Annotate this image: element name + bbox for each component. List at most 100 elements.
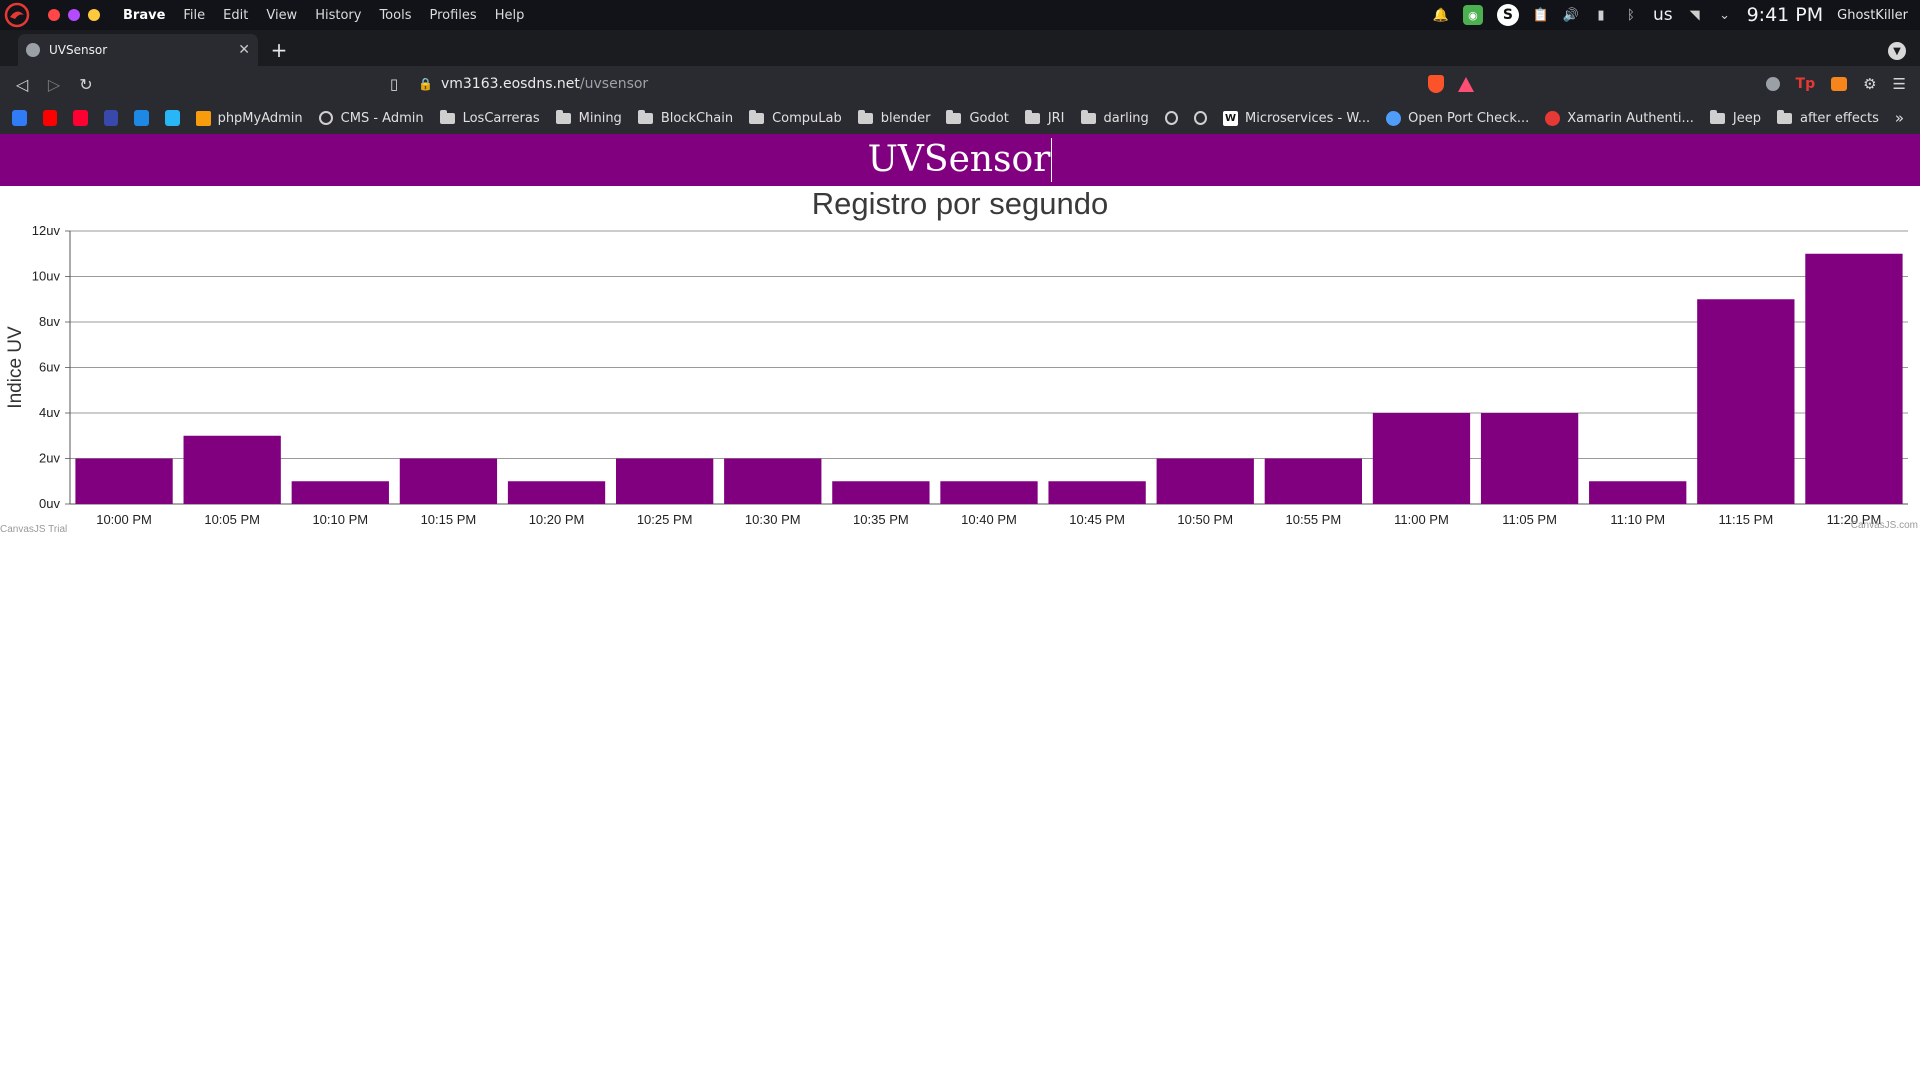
- new-tab-button[interactable]: +: [264, 34, 294, 66]
- bookmark-item[interactable]: LosCarreras: [439, 109, 540, 126]
- x-tick-label: 11:00 PM: [1394, 512, 1449, 527]
- bar: [1048, 481, 1146, 504]
- uv-bar-chart-svg: Registro por segundo Indice UV 0uv 2uv 4uv 6u…: [0, 186, 1918, 535]
- tab-uvsensor[interactable]: UVSensor ✕: [18, 34, 258, 66]
- metamask-icon[interactable]: [1831, 77, 1848, 91]
- globe-icon[interactable]: [1193, 111, 1208, 125]
- extensions-area: Tp ⚙ ☰: [1765, 75, 1920, 93]
- bookmark-item[interactable]: W Microservices - W...: [1223, 110, 1370, 126]
- menu-help[interactable]: Help: [486, 8, 534, 23]
- bookmark-label: after effects: [1800, 110, 1879, 126]
- x-tick-label: 11:10 PM: [1610, 512, 1665, 527]
- extensions-puzzle-icon[interactable]: ⚙: [1863, 75, 1876, 93]
- bookmark-label: CompuLab: [772, 110, 842, 126]
- notification-bell-icon[interactable]: 🔔: [1433, 7, 1449, 23]
- clipboard-icon[interactable]: 📋: [1533, 7, 1549, 23]
- nvidia-icon[interactable]: ◉: [1462, 5, 1483, 25]
- bar: [832, 481, 930, 504]
- bookmark-item[interactable]: Xamarin Authenti...: [1545, 110, 1694, 126]
- wifi-icon[interactable]: ◥: [1687, 7, 1703, 23]
- wikipedia-icon: W: [1223, 110, 1239, 126]
- keyboard-layout[interactable]: us: [1653, 5, 1673, 25]
- bookmark-item[interactable]: Open Port Check...: [1386, 110, 1529, 126]
- bookmark-item[interactable]: Godot: [946, 109, 1009, 126]
- chart-app-icon[interactable]: [103, 110, 119, 126]
- menu-hamburger-icon[interactable]: ☰: [1893, 75, 1906, 93]
- x-tick-label: 10:50 PM: [1177, 512, 1233, 527]
- bookmark-item[interactable]: phpMyAdmin: [195, 110, 303, 126]
- x-tick-label: 10:35 PM: [853, 512, 909, 527]
- minimize-window-button[interactable]: [68, 9, 80, 21]
- bar: [183, 435, 281, 504]
- x-tick-label: 10:55 PM: [1286, 512, 1342, 527]
- bar: [1372, 413, 1471, 504]
- skype-icon[interactable]: S: [1496, 4, 1519, 26]
- y-tick-label: 6uv: [39, 360, 60, 375]
- folder-icon: [1080, 109, 1096, 124]
- bookmark-item[interactable]: JRI: [1024, 109, 1065, 126]
- menu-profiles[interactable]: Profiles: [420, 8, 485, 23]
- bluetooth-icon[interactable]: ᛒ: [1623, 7, 1639, 23]
- folder-icon: [946, 109, 962, 124]
- bookmark-item[interactable]: CMS - Admin: [318, 111, 424, 126]
- youtube-icon[interactable]: [42, 110, 58, 126]
- menu-file[interactable]: File: [174, 8, 214, 23]
- lock-icon[interactable]: 🔒: [418, 77, 433, 91]
- bookmarks-more-button[interactable]: »: [1895, 109, 1904, 127]
- brave-rewards-icon[interactable]: [1458, 76, 1474, 92]
- maximize-window-button[interactable]: [88, 9, 100, 21]
- close-tab-icon[interactable]: ✕: [238, 42, 250, 58]
- bar: [724, 458, 822, 504]
- close-window-button[interactable]: [48, 9, 60, 21]
- chevron-down-icon[interactable]: ⌄: [1717, 7, 1733, 23]
- username[interactable]: GhostKiller: [1837, 8, 1908, 23]
- bar: [1264, 458, 1363, 504]
- volume-icon[interactable]: 🔊: [1563, 7, 1579, 23]
- box-icon[interactable]: [164, 110, 180, 126]
- menu-view[interactable]: View: [257, 8, 306, 23]
- extension-tp-icon[interactable]: Tp: [1796, 76, 1816, 92]
- distro-logo-icon[interactable]: [0, 0, 34, 30]
- bar: [507, 481, 606, 504]
- extension-circle-icon[interactable]: [1765, 77, 1780, 91]
- x-tick-label: 10:10 PM: [312, 512, 368, 527]
- bookmark-item[interactable]: BlockChain: [637, 109, 733, 126]
- bookmark-item[interactable]: after effects: [1777, 109, 1879, 126]
- tab-search-icon[interactable]: ▼: [1888, 42, 1906, 60]
- tab-title: UVSensor: [49, 43, 108, 57]
- y-tick-label: 12uv: [32, 223, 61, 238]
- credit-right: CanvasJS.com: [1851, 520, 1918, 531]
- forward-button[interactable]: ▷: [38, 70, 70, 98]
- back-button[interactable]: ◁: [6, 70, 38, 98]
- bookmark-label: JRI: [1047, 110, 1065, 126]
- bookmark-label: Jeep: [1732, 110, 1761, 126]
- brave-shields-icon[interactable]: [1428, 75, 1444, 93]
- phpmyadmin-icon: [195, 110, 211, 126]
- menu-edit[interactable]: Edit: [214, 8, 257, 23]
- battery-icon[interactable]: ▮: [1593, 7, 1609, 23]
- menu-tools[interactable]: Tools: [370, 8, 420, 23]
- address-bar[interactable]: ▯ 🔒 vm3163.eosdns.net/uvsensor: [380, 70, 1430, 98]
- menu-history[interactable]: History: [306, 8, 370, 23]
- bookmark-icon[interactable]: ▯: [380, 75, 408, 93]
- x-tick-label: 10:45 PM: [1069, 512, 1125, 527]
- bookmark-item[interactable]: Jeep: [1709, 109, 1761, 126]
- window-controls: [48, 9, 100, 21]
- globe-icon[interactable]: [1164, 111, 1178, 125]
- bookmark-item[interactable]: darling: [1080, 109, 1149, 126]
- arrow-a-icon[interactable]: [12, 110, 27, 126]
- youtube-music-icon[interactable]: [73, 110, 88, 126]
- bookmark-item[interactable]: CompuLab: [749, 109, 842, 126]
- folder-icon: [637, 109, 653, 124]
- azure-icon[interactable]: [134, 110, 149, 126]
- reload-button[interactable]: ↻: [70, 70, 102, 98]
- clock[interactable]: 9:41 PM: [1747, 4, 1824, 26]
- bookmark-item[interactable]: blender: [857, 109, 930, 126]
- url-host: vm3163.eosdns.net: [440, 76, 580, 92]
- bookmark-item[interactable]: Mining: [555, 109, 622, 126]
- menu-app-name[interactable]: Brave: [114, 8, 174, 23]
- y-tick-label: 8uv: [39, 314, 60, 329]
- browser-toolbar: ◁ ▷ ↻ ▯ 🔒 vm3163.eosdns.net/uvsensor Tp …: [0, 66, 1920, 102]
- x-tick-label: 11:15 PM: [1718, 512, 1773, 527]
- y-axis-label: Indice UV: [5, 326, 26, 409]
